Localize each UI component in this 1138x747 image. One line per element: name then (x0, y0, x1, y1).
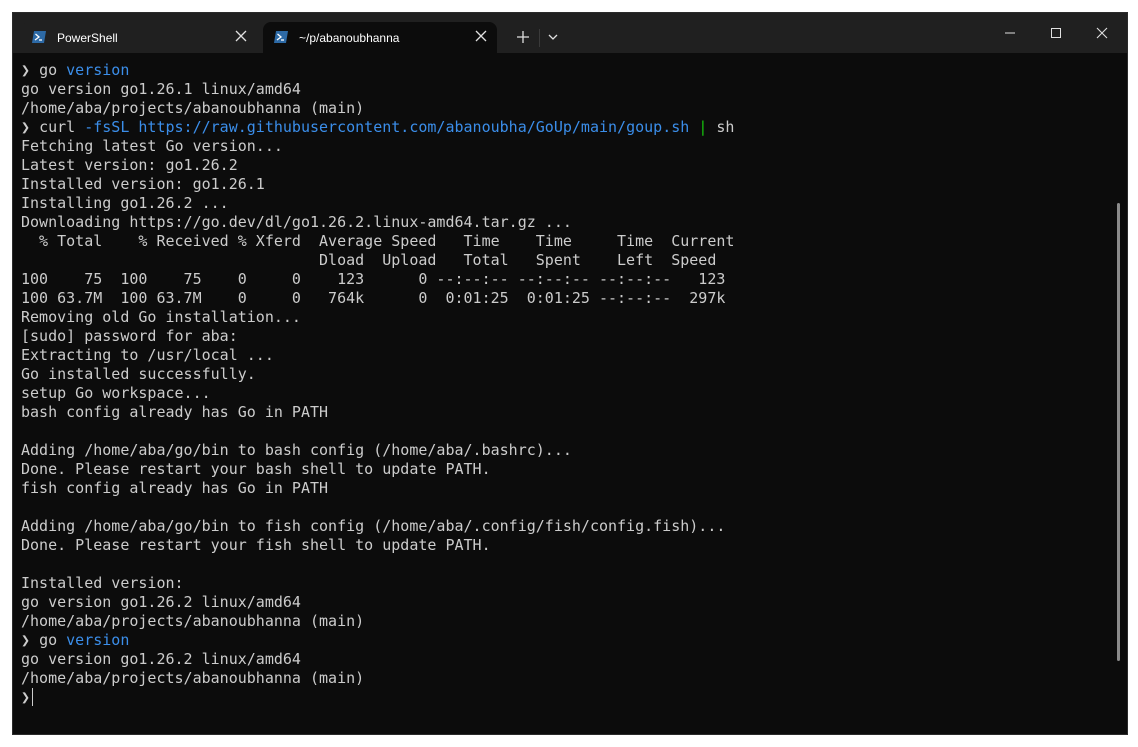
terminal-line: bash config already has Go in PATH (21, 403, 329, 421)
terminal-line: /home/aba/projects/abanoubhanna (main) (21, 669, 365, 687)
tab-abanoubhanna[interactable]: ~/p/abanoubhanna (263, 22, 497, 53)
curl-progress-row: 100 75 100 75 0 0 123 0 --:--:-- --:--:-… (21, 270, 726, 288)
command: go (39, 631, 58, 649)
close-tab-icon[interactable] (235, 30, 247, 42)
terminal-line: Done. Please restart your bash shell to … (21, 460, 491, 478)
tab-label: PowerShell (57, 31, 118, 45)
terminal-line: Extracting to /usr/local ... (21, 346, 274, 364)
terminal-line: Installed version: (21, 574, 184, 592)
chevron-down-icon[interactable] (545, 29, 561, 45)
tab-powershell[interactable]: PowerShell (21, 22, 257, 53)
scrollbar-thumb[interactable] (1117, 203, 1120, 661)
close-icon (1096, 27, 1108, 39)
maximize-button[interactable] (1033, 13, 1079, 53)
terminal-prompt-line[interactable]: ❯ (21, 688, 734, 707)
terminal-line: go version go1.26.1 linux/amd64 (21, 80, 301, 98)
tab-label: ~/p/abanoubhanna (299, 31, 400, 45)
minimize-icon (1005, 32, 1015, 34)
prompt-symbol: ❯ (21, 61, 31, 79)
terminal-line: Adding /home/aba/go/bin to fish config (… (21, 517, 726, 535)
command-url: https://raw.githubusercontent.com/abanou… (138, 118, 690, 136)
terminal-line: Go installed successfully. (21, 365, 256, 383)
terminal-line: go version go1.26.2 linux/amd64 (21, 650, 301, 668)
terminal-line: Removing old Go installation... (21, 308, 301, 326)
terminal-line: ❯ curl -fsSL https://raw.githubuserconte… (21, 118, 734, 137)
prompt-symbol: ❯ (21, 631, 31, 649)
pipe-symbol: | (698, 118, 708, 136)
powershell-icon (32, 31, 46, 43)
terminal-line: /home/aba/projects/abanoubhanna (main) (21, 99, 365, 117)
prompt-symbol: ❯ (21, 688, 31, 706)
terminal-output-area[interactable]: ❯ go version go version go1.26.1 linux/a… (13, 53, 1127, 734)
terminal-line: /home/aba/projects/abanoubhanna (main) (21, 612, 365, 630)
terminal-line: Installing go1.26.2 ... (21, 194, 229, 212)
command: curl (39, 118, 76, 136)
close-window-button[interactable] (1079, 13, 1125, 53)
command: sh (716, 118, 735, 136)
terminal-line: ❯ go version (21, 631, 734, 650)
curl-progress-row: 100 63.7M 100 63.7M 0 0 764k 0 0:01:25 0… (21, 289, 726, 307)
terminal-line: setup Go workspace... (21, 384, 211, 402)
terminal-line: Fetching latest Go version... (21, 137, 283, 155)
command-argument: version (66, 631, 130, 649)
command: go (39, 61, 58, 79)
maximize-icon (1051, 28, 1061, 38)
terminal-line: Installed version: go1.26.1 (21, 175, 265, 193)
close-tab-icon[interactable] (475, 30, 487, 42)
terminal-line: Done. Please restart your fish shell to … (21, 536, 491, 554)
minimize-button[interactable] (987, 13, 1033, 53)
command-argument: version (66, 61, 130, 79)
curl-progress-header: Dload Upload Total Spent Left Speed (21, 251, 717, 269)
tab-separator (539, 29, 540, 47)
new-tab-plus-icon[interactable] (513, 27, 533, 47)
title-bar: PowerShell ~/p/abanoubhanna (13, 13, 1127, 53)
terminal-window: PowerShell ~/p/abanoubhanna ❯ go version… (12, 12, 1128, 735)
terminal-line: Downloading https://go.dev/dl/go1.26.2.l… (21, 213, 572, 231)
powershell-icon (274, 31, 288, 43)
terminal-line: go version go1.26.2 linux/amd64 (21, 593, 301, 611)
terminal-line: Adding /home/aba/go/bin to bash config (… (21, 441, 572, 459)
prompt-symbol: ❯ (21, 118, 31, 136)
text-cursor (32, 688, 34, 706)
command-flag: -fsSL (84, 118, 130, 136)
curl-progress-header: % Total % Received % Xferd Average Speed… (21, 232, 735, 250)
terminal-line: ❯ go version (21, 61, 734, 80)
terminal-line: Latest version: go1.26.2 (21, 156, 238, 174)
terminal-line: [sudo] password for aba: (21, 327, 238, 345)
terminal-line: fish config already has Go in PATH (21, 479, 329, 497)
